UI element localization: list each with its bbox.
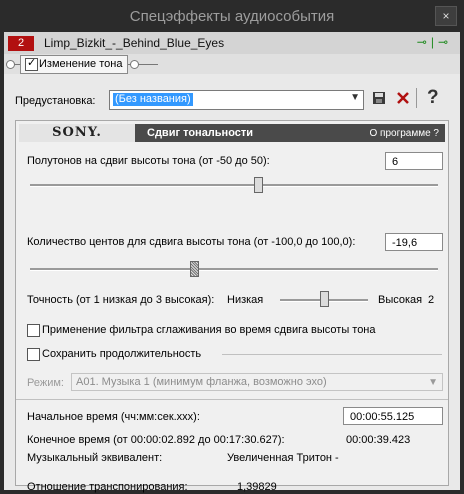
chain-node-start xyxy=(6,60,15,69)
accuracy-low-label: Низкая xyxy=(227,294,264,306)
semitones-slider-thumb[interactable] xyxy=(254,177,264,193)
sony-logo: SONY. xyxy=(19,124,135,142)
transpose-ratio-label: Отношение транспонирования: xyxy=(27,481,188,493)
plugin-name: Сдвиг тональности xyxy=(147,127,254,139)
chain-node-end xyxy=(130,60,139,69)
start-time-label: Начальное время (чч:мм:сек.ххх): xyxy=(27,411,200,423)
cents-input[interactable]: -19,6 xyxy=(385,233,443,251)
cents-slider-track[interactable] xyxy=(30,268,438,271)
window-title: Спецэффекты аудиособытия xyxy=(129,8,335,25)
plug-in-chain-icon[interactable]: ⊸| xyxy=(417,35,438,49)
musical-equivalent-value: Увеличенная Тритон - xyxy=(227,452,339,464)
mode-value: A01. Музыка 1 (минимум фланжа, возможно … xyxy=(76,376,327,388)
help-icon[interactable]: ? xyxy=(427,87,439,109)
start-time-input[interactable]: 00:00:55.125 xyxy=(343,407,443,425)
accuracy-label: Точность (от 1 низкая до 3 высокая): xyxy=(27,294,215,306)
plugin-tab-bar: Изменение тона xyxy=(4,54,460,74)
end-time-label: Конечное время (от 00:00:02.892 до 00:17… xyxy=(27,434,285,446)
accuracy-slider-thumb[interactable] xyxy=(320,291,329,307)
plugin-tab-pitch-shift[interactable]: Изменение тона xyxy=(20,55,128,74)
section-divider xyxy=(16,399,448,400)
save-icon[interactable] xyxy=(372,91,386,109)
chain-icons: ⊸|⊸ xyxy=(417,35,452,49)
plug-in-icon[interactable]: ⊸ xyxy=(438,35,452,49)
semitones-input[interactable]: 6 xyxy=(385,152,443,170)
plugin-enable-checkbox[interactable] xyxy=(25,56,38,71)
antialias-label: Применение фильтра сглаживания во время … xyxy=(42,324,376,336)
preset-row: Предустановка: (Без названия) ▼ ? xyxy=(4,82,460,118)
plugin-panel: SONY. Сдвиг тональности О программе ? По… xyxy=(15,120,449,493)
preset-label: Предустановка: xyxy=(15,95,96,107)
plugin-chain-bar: 2 Limp_Bizkit_-_Behind_Blue_Eyes ⊸|⊸ xyxy=(4,32,460,55)
toolbar-divider xyxy=(416,88,417,108)
plugin-header: SONY. Сдвиг тональности О программе ? xyxy=(19,124,445,142)
cents-slider-thumb[interactable] xyxy=(190,261,200,277)
mode-label: Режим: xyxy=(27,377,64,389)
delete-icon[interactable] xyxy=(396,91,410,109)
preset-dropdown[interactable]: (Без названия) ▼ xyxy=(109,90,364,110)
close-button[interactable]: × xyxy=(435,6,457,26)
end-time-value: 00:00:39.423 xyxy=(346,434,411,446)
mode-dropdown[interactable]: A01. Музыка 1 (минимум фланжа, возможно … xyxy=(71,373,443,391)
about-button[interactable]: О программе ? xyxy=(369,128,439,139)
window-titlebar: Спецэффекты аудиособытия × xyxy=(0,0,464,32)
accuracy-high-label: Высокая xyxy=(378,294,423,306)
plugin-tab-label: Изменение тона xyxy=(39,58,123,70)
chain-name: Limp_Bizkit_-_Behind_Blue_Eyes xyxy=(44,36,225,50)
chevron-down-icon: ▼ xyxy=(428,377,438,388)
semitones-slider-track[interactable] xyxy=(30,184,438,187)
antialias-checkbox[interactable] xyxy=(27,324,40,337)
chain-number-badge[interactable]: 2 xyxy=(8,36,34,51)
group-divider xyxy=(222,354,442,355)
accuracy-value: 2 xyxy=(428,294,435,306)
dialog-body: 2 Limp_Bizkit_-_Behind_Blue_Eyes ⊸|⊸ Изм… xyxy=(4,32,460,493)
preserve-duration-checkbox[interactable] xyxy=(27,348,40,361)
semitones-label: Полутонов на сдвиг высоты тона (от -50 д… xyxy=(27,155,270,167)
cents-label: Количество центов для сдвига высоты тона… xyxy=(27,236,356,248)
chevron-down-icon: ▼ xyxy=(350,92,360,103)
musical-equivalent-label: Музыкальный эквивалент: xyxy=(27,452,163,464)
preset-value: (Без названия) xyxy=(113,93,193,106)
transpose-ratio-value: 1,39829 xyxy=(237,481,277,493)
preserve-duration-label: Сохранить продолжительность xyxy=(42,348,202,360)
